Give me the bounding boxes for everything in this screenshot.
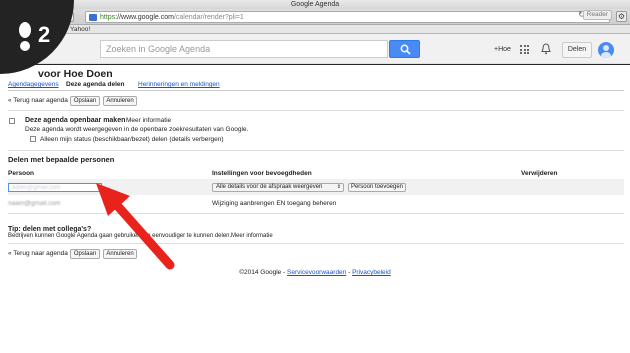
red-arrow-icon	[96, 183, 175, 270]
step-number: 2	[38, 22, 51, 47]
footprint-icon	[19, 22, 31, 51]
screen: Google Agenda ‹ https://www.google.com/c…	[0, 0, 630, 353]
